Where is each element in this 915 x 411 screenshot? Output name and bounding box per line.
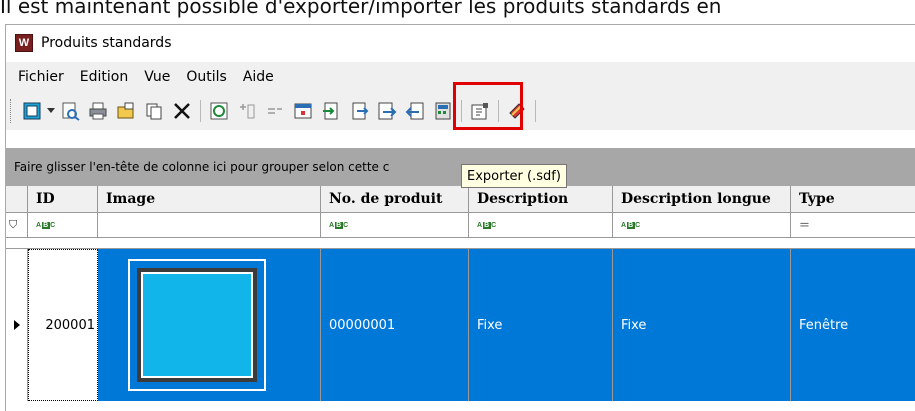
column-header-id[interactable]: ID	[28, 186, 98, 212]
filter-description[interactable]: ABC	[469, 213, 613, 237]
add-column-icon[interactable]	[236, 100, 258, 122]
toolbar-separator	[200, 100, 201, 122]
filter-image[interactable]	[98, 213, 321, 237]
filter-id[interactable]: ABC	[28, 213, 98, 237]
import-sdf-icon[interactable]	[404, 100, 426, 122]
filter-product-no[interactable]: ABC	[321, 213, 469, 237]
app-logo-icon: W	[15, 34, 33, 52]
menu-fichier[interactable]: Fichier	[6, 69, 72, 85]
menu-aide[interactable]: Aide	[235, 69, 282, 85]
cell-description[interactable]: Fixe	[469, 249, 613, 401]
equals-filter-icon: =	[799, 217, 810, 233]
window-product-image	[128, 259, 266, 391]
text-filter-icon: ABC	[477, 221, 498, 229]
calendar-icon[interactable]	[292, 100, 314, 122]
new-icon[interactable]	[21, 100, 43, 122]
caption-text: Il est maintenant possible d'exporter/im…	[0, 0, 722, 18]
cell-image[interactable]	[98, 249, 321, 401]
window-title: Produits standards	[41, 35, 172, 51]
filter-long-description[interactable]: ABC	[613, 213, 791, 237]
refresh-icon[interactable]	[208, 100, 230, 122]
column-header-type[interactable]: Type	[791, 186, 915, 212]
print-icon[interactable]	[87, 100, 109, 122]
toolbar-grip[interactable]	[10, 99, 14, 123]
grid-header: ID Image No. de produit Description Desc…	[6, 186, 915, 213]
column-header-description[interactable]: Description	[469, 186, 613, 212]
cell-type[interactable]: Fenêtre	[791, 249, 915, 401]
grid-spacer	[6, 238, 915, 249]
open-folder-icon[interactable]	[115, 100, 137, 122]
export-file-icon[interactable]	[348, 100, 370, 122]
group-by-hint: Faire glisser l'en-tête de colonne ici p…	[14, 160, 390, 174]
list-icon[interactable]	[264, 100, 286, 122]
export-sdf-icon[interactable]	[376, 100, 398, 122]
text-filter-icon: ABC	[621, 221, 642, 229]
column-header-product-no[interactable]: No. de produit	[321, 186, 469, 212]
cell-id[interactable]: 200001	[28, 249, 98, 401]
menu-vue[interactable]: Vue	[136, 69, 178, 85]
filter-icon[interactable]: ⛉	[6, 213, 28, 237]
export-tooltip: Exporter (.sdf)	[461, 164, 567, 188]
menu-edition[interactable]: Edition	[72, 69, 136, 85]
products-grid: ID Image No. de produit Description Desc…	[6, 186, 915, 401]
row-indicator-arrow-icon	[6, 249, 28, 401]
filter-type[interactable]: =	[791, 213, 915, 237]
delete-icon[interactable]	[171, 100, 193, 122]
menu-outils[interactable]: Outils	[178, 69, 234, 85]
table-row[interactable]: 200001 00000001 Fixe Fixe Fenêtre	[6, 249, 915, 401]
column-header-long-description[interactable]: Description longue	[613, 186, 791, 212]
toolbar-separator	[535, 100, 536, 122]
preview-icon[interactable]	[59, 100, 81, 122]
products-window: W Produits standards Fichier Edition Vue…	[5, 24, 915, 411]
filter-row: ⛉ ABC ABC ABC ABC =	[6, 213, 915, 238]
import-file-icon[interactable]	[320, 100, 342, 122]
text-filter-icon: ABC	[329, 221, 350, 229]
copy-icon[interactable]	[143, 100, 165, 122]
header-indicator	[6, 186, 28, 212]
cell-product-no[interactable]: 00000001	[321, 249, 469, 401]
text-filter-icon: ABC	[36, 221, 57, 229]
calculator-icon[interactable]	[432, 100, 454, 122]
column-header-image[interactable]: Image	[98, 186, 321, 212]
cell-long-description[interactable]: Fixe	[613, 249, 791, 401]
export-highlight-box	[453, 82, 523, 130]
title-bar: W Produits standards	[6, 25, 915, 61]
window-pane-graphic	[137, 268, 257, 382]
dropdown-arrow-icon[interactable]	[46, 100, 56, 122]
